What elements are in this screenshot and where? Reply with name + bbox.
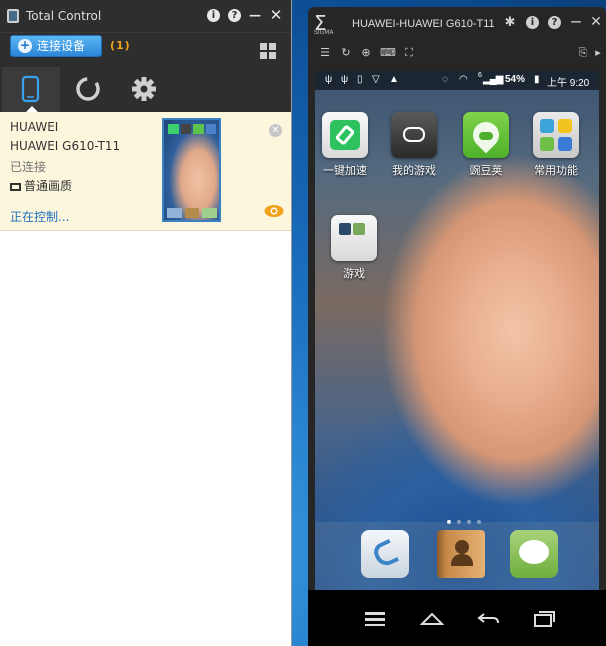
controlling-link[interactable]: 正在控制... (10, 208, 69, 225)
eye-icon[interactable] (264, 204, 284, 218)
dock (315, 522, 599, 590)
network-badge: 6 (478, 72, 482, 79)
keyboard-icon[interactable]: ⌨ (380, 46, 396, 60)
device-card[interactable]: HUAWEI HUAWEI G610-T11 已连接 普通画质 正在控制... … (0, 112, 291, 231)
close-icon[interactable]: ✕ (589, 15, 603, 29)
thumbnail-app-row (168, 124, 216, 134)
device-model: HUAWEI G610-T11 (10, 139, 121, 153)
close-icon[interactable]: ✕ (269, 8, 283, 23)
home-icon[interactable] (419, 608, 445, 628)
folder-icon (331, 215, 377, 261)
minimize-icon[interactable]: — (248, 8, 262, 22)
mirror-title-bar: Σ SIGMA HUAWEI-HUAWEI G610-T11 ✱ i ? — ✕ (308, 7, 606, 39)
usb-icon: ψ (325, 74, 333, 85)
expand-icon[interactable]: ▸ (591, 46, 605, 60)
device-screen-thumbnail[interactable] (162, 118, 221, 222)
back-icon[interactable] (476, 608, 500, 628)
app-label: 常用功能 (534, 164, 578, 177)
app-speedup[interactable]: 一键加速 (315, 112, 376, 178)
connect-device-label: 连接设备 (37, 39, 86, 53)
app-common-functions[interactable]: 常用功能 (525, 112, 587, 178)
app-my-games[interactable]: 我的游戏 (383, 112, 445, 178)
app-games-folder[interactable]: 游戏 (323, 215, 385, 281)
minimize-icon[interactable]: — (569, 15, 583, 29)
info-icon[interactable]: i (207, 9, 220, 22)
android-nav-bar (308, 590, 606, 646)
app-label: 一键加速 (323, 164, 367, 177)
quality-label: 普通画质 (24, 179, 73, 193)
app-logo-icon (7, 9, 19, 23)
sim-icon: ▯ (357, 74, 363, 85)
device-status: 已连接 (10, 160, 47, 174)
clock: 上午 9:20 (547, 78, 590, 89)
wifi-icon: ◠ (459, 74, 468, 85)
rotate-icon[interactable]: ↻ (339, 46, 353, 60)
fullscreen-icon[interactable]: ⛶ (402, 46, 416, 60)
phone-icon (21, 75, 40, 103)
recent-apps-icon[interactable] (532, 608, 556, 628)
app-wandoujia[interactable]: 豌豆荚 (455, 112, 517, 178)
monitor-icon (10, 183, 21, 191)
help-icon[interactable]: ? (228, 9, 241, 22)
info-icon[interactable]: i (526, 16, 539, 29)
alarm-icon: ◌ (442, 74, 448, 85)
device-brand: HUAWEI (10, 120, 59, 134)
window-title: Total Control (26, 9, 102, 23)
plus-icon: + (18, 38, 32, 53)
thumbnail-dock (167, 208, 218, 218)
quality-row[interactable]: 普通画质 (10, 177, 72, 194)
gamepad-icon (391, 112, 437, 158)
help-icon[interactable]: ? (548, 16, 561, 29)
refresh-icon (76, 77, 100, 101)
phone-screen[interactable]: ψ ψ ▯ ▽ ▲ ◌ ◠ 6 ▂▄▆ 54% ▮ 上午 9:20 一键加速 我… (315, 71, 599, 590)
toolbar: + 连接设备 (1) (0, 32, 291, 67)
signal-icon: ▂▄▆ (483, 74, 503, 85)
remove-device-icon[interactable]: ✕ (269, 124, 282, 137)
tab-settings[interactable] (118, 67, 176, 112)
android-status-bar: ψ ψ ▯ ▽ ▲ ◌ ◠ 6 ▂▄▆ 54% ▮ 上午 9:20 (315, 71, 599, 90)
connect-device-button[interactable]: + 连接设备 (10, 35, 102, 57)
tab-refresh[interactable] (60, 67, 118, 112)
tab-devices[interactable] (2, 67, 60, 112)
app-label: 游戏 (343, 267, 365, 280)
zoom-icon[interactable]: ⊕ (359, 46, 373, 60)
menu-icon[interactable]: ☰ (318, 46, 332, 60)
device-count: (1) (110, 39, 131, 52)
sigma-logo-text: SIGMA (314, 29, 334, 36)
phone-mirror-window: Σ SIGMA HUAWEI-HUAWEI G610-T11 ✱ i ? — ✕… (308, 7, 606, 646)
menu-nav-icon[interactable] (363, 608, 387, 628)
messages-icon[interactable] (510, 530, 558, 578)
contacts-icon[interactable] (437, 530, 485, 578)
usb-icon: ψ (341, 74, 349, 85)
battery-icon: ▮ (534, 74, 540, 85)
mirror-toolbar: ☰ ↻ ⊕ ⌨ ⛶ ⎘ ▸ (308, 42, 606, 66)
total-control-window: Total Control i ? — ✕ + 连接设备 (1) HUAWEI … (0, 0, 292, 646)
settings-icon[interactable]: ✱ (503, 16, 517, 30)
battery-percent: 54% (505, 74, 526, 85)
grid-view-icon[interactable] (260, 43, 276, 59)
app-label: 豌豆荚 (469, 164, 503, 177)
speedup-icon (322, 112, 368, 158)
wandoujia-icon (463, 112, 509, 158)
folder-icon (533, 112, 579, 158)
warning-icon: ▲ (389, 74, 399, 85)
title-bar: Total Control i ? — ✕ (0, 0, 291, 32)
shield-icon: ▽ (372, 74, 380, 85)
tab-bar (0, 67, 291, 112)
mirror-window-title: HUAWEI-HUAWEI G610-T11 (352, 18, 495, 30)
gear-icon (132, 77, 156, 101)
app-label: 我的游戏 (392, 164, 436, 177)
phone-call-icon[interactable] (361, 530, 409, 578)
screenshot-icon[interactable]: ⎘ (576, 46, 590, 60)
